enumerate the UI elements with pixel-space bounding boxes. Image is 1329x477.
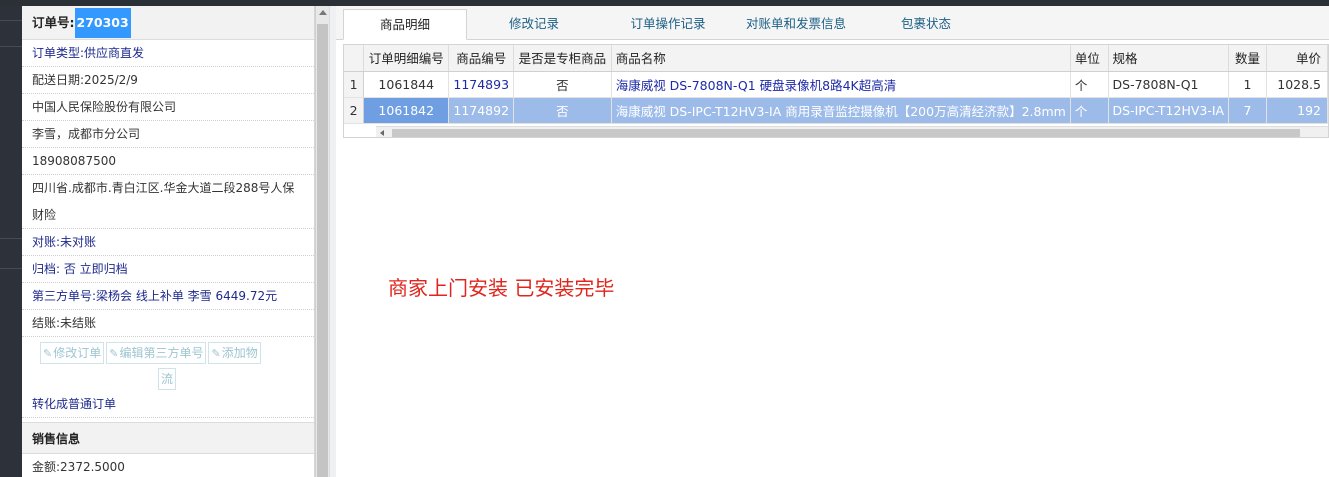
- left-dark-strip: [0, 6, 22, 477]
- scroll-left-icon[interactable]: [380, 130, 384, 136]
- cell-price: 1028.5: [1266, 71, 1328, 98]
- row-number: 2: [344, 97, 365, 124]
- grid-header-product-name[interactable]: 商品名称: [611, 45, 1071, 72]
- left-panel-scrollbar[interactable]: [315, 6, 329, 477]
- row-number: 1: [344, 71, 365, 98]
- archive-status[interactable]: 归档: 否 立即归档: [22, 256, 314, 283]
- cell-qty: 7: [1228, 97, 1267, 124]
- cell-price: 192: [1266, 97, 1328, 124]
- grid-header-product-no[interactable]: 商品编号: [448, 45, 515, 72]
- order-remark: 商家上门安装 已安装完毕: [388, 276, 615, 300]
- tab-product-details[interactable]: 商品明细: [343, 9, 467, 40]
- grid-header-qty[interactable]: 数量: [1228, 45, 1267, 72]
- tab-operation-log[interactable]: 订单操作记录: [608, 9, 728, 40]
- cell-detail-no: 1061844: [363, 71, 450, 98]
- cell-product-no[interactable]: 1174892: [448, 97, 515, 124]
- grid-header-spec[interactable]: 规格: [1108, 45, 1230, 72]
- order-number-value[interactable]: 270303: [74, 8, 131, 38]
- add-logistics-label: 添加物: [221, 346, 258, 360]
- order-type: 订单类型:供应商直发: [22, 40, 314, 67]
- grid-header-detail-no[interactable]: 订单明细编号: [363, 45, 450, 72]
- grid-header-rownum: [344, 45, 365, 72]
- settle-status: 结账:未结账: [22, 310, 314, 337]
- grid-header-price[interactable]: 单价: [1266, 45, 1328, 72]
- sales-amount: 金额:2372.5000: [32, 460, 125, 474]
- cell-product-name[interactable]: 海康威视 DS-IPC-T12HV3-IA 商用录音监控摄像机【200万高清经济…: [611, 97, 1071, 124]
- add-logistics-button[interactable]: ✎添加物: [208, 342, 261, 364]
- cell-detail-no: 1061842: [363, 97, 450, 124]
- detail-tabs: 商品明细 修改记录 订单操作记录 对账单和发票信息 包裹状态: [336, 6, 1329, 40]
- grid-horizontal-scrollbar[interactable]: [376, 126, 1328, 137]
- tab-modification-log[interactable]: 修改记录: [484, 9, 584, 40]
- cell-counter: 否: [513, 97, 612, 124]
- cell-product-no[interactable]: 1174893: [448, 71, 515, 98]
- add-logistics-button-wrap[interactable]: 流: [158, 368, 177, 390]
- cell-unit: 个: [1070, 71, 1109, 98]
- edit-third-party-button[interactable]: ✎编辑第三方单号: [106, 342, 207, 364]
- scrollbar-thumb[interactable]: [317, 24, 328, 477]
- order-detail-panel: 商品明细 修改记录 订单操作记录 对账单和发票信息 包裹状态 订单明细编号 商品…: [336, 6, 1329, 477]
- panel-splitter: [329, 6, 336, 477]
- delivery-date: 配送日期:2025/2/9: [22, 67, 314, 94]
- order-info-panel: 订单号: 270303 订单类型:供应商直发 配送日期:2025/2/9 中国人民…: [22, 6, 315, 477]
- order-number-header: 订单号: 270303: [22, 6, 314, 40]
- grid-header-counter[interactable]: 是否是专柜商品: [513, 45, 612, 72]
- reconcile-status: 对账:未对账: [22, 229, 314, 256]
- grid-header-unit[interactable]: 单位: [1070, 45, 1109, 72]
- customer-company: 中国人民保险股份有限公司: [22, 94, 314, 121]
- order-action-buttons: ✎修改订单 ✎编辑第三方单号 ✎添加物 流: [22, 337, 314, 391]
- third-party-number: 第三方单号:梁杨会 线上补单 李雪 6449.72元: [22, 283, 314, 310]
- edit-icon: ✎: [43, 347, 53, 360]
- edit-icon: ✎: [109, 347, 119, 360]
- customer-contact: 李雪，成都市分公司: [22, 121, 314, 148]
- order-number-label: 订单号:: [32, 15, 75, 30]
- scrollbar-thumb[interactable]: [392, 129, 1300, 137]
- scroll-up-icon[interactable]: [319, 10, 327, 15]
- cell-spec: DS-7808N-Q1: [1108, 71, 1230, 98]
- edit-order-label: 修改订单: [53, 346, 102, 360]
- sales-info-header: 销售信息: [22, 422, 314, 454]
- tab-statement-invoice[interactable]: 对账单和发票信息: [734, 9, 858, 40]
- cell-unit: 个: [1070, 97, 1109, 124]
- edit-order-button[interactable]: ✎修改订单: [40, 342, 105, 364]
- cell-spec: DS-IPC-T12HV3-IA: [1108, 97, 1230, 124]
- product-grid: 订单明细编号 商品编号 是否是专柜商品 商品名称 单位 规格 数量 单价 1 1…: [343, 44, 1329, 138]
- edit-icon: ✎: [211, 347, 221, 360]
- customer-phone: 18908087500: [22, 148, 314, 175]
- add-logistics-label-2: 流: [161, 372, 174, 386]
- delivery-address: 四川省.成都市.青白江区.华金大道二段288号人保财险: [22, 175, 314, 229]
- edit-third-party-label: 编辑第三方单号: [119, 346, 204, 360]
- table-row[interactable]: 1 1061844 1174893 否 海康威视 DS-7808N-Q1 硬盘录…: [344, 71, 1328, 98]
- cell-product-name[interactable]: 海康威视 DS-7808N-Q1 硬盘录像机8路4K超高清: [611, 71, 1071, 98]
- cell-counter: 否: [513, 71, 612, 98]
- convert-normal-order-link[interactable]: 转化成普通订单: [22, 391, 314, 418]
- cell-qty: 1: [1228, 71, 1267, 98]
- table-row-selected[interactable]: 2 1061842 1174892 否 海康威视 DS-IPC-T12HV3-I…: [344, 97, 1328, 124]
- tab-package-status[interactable]: 包裹状态: [876, 9, 976, 40]
